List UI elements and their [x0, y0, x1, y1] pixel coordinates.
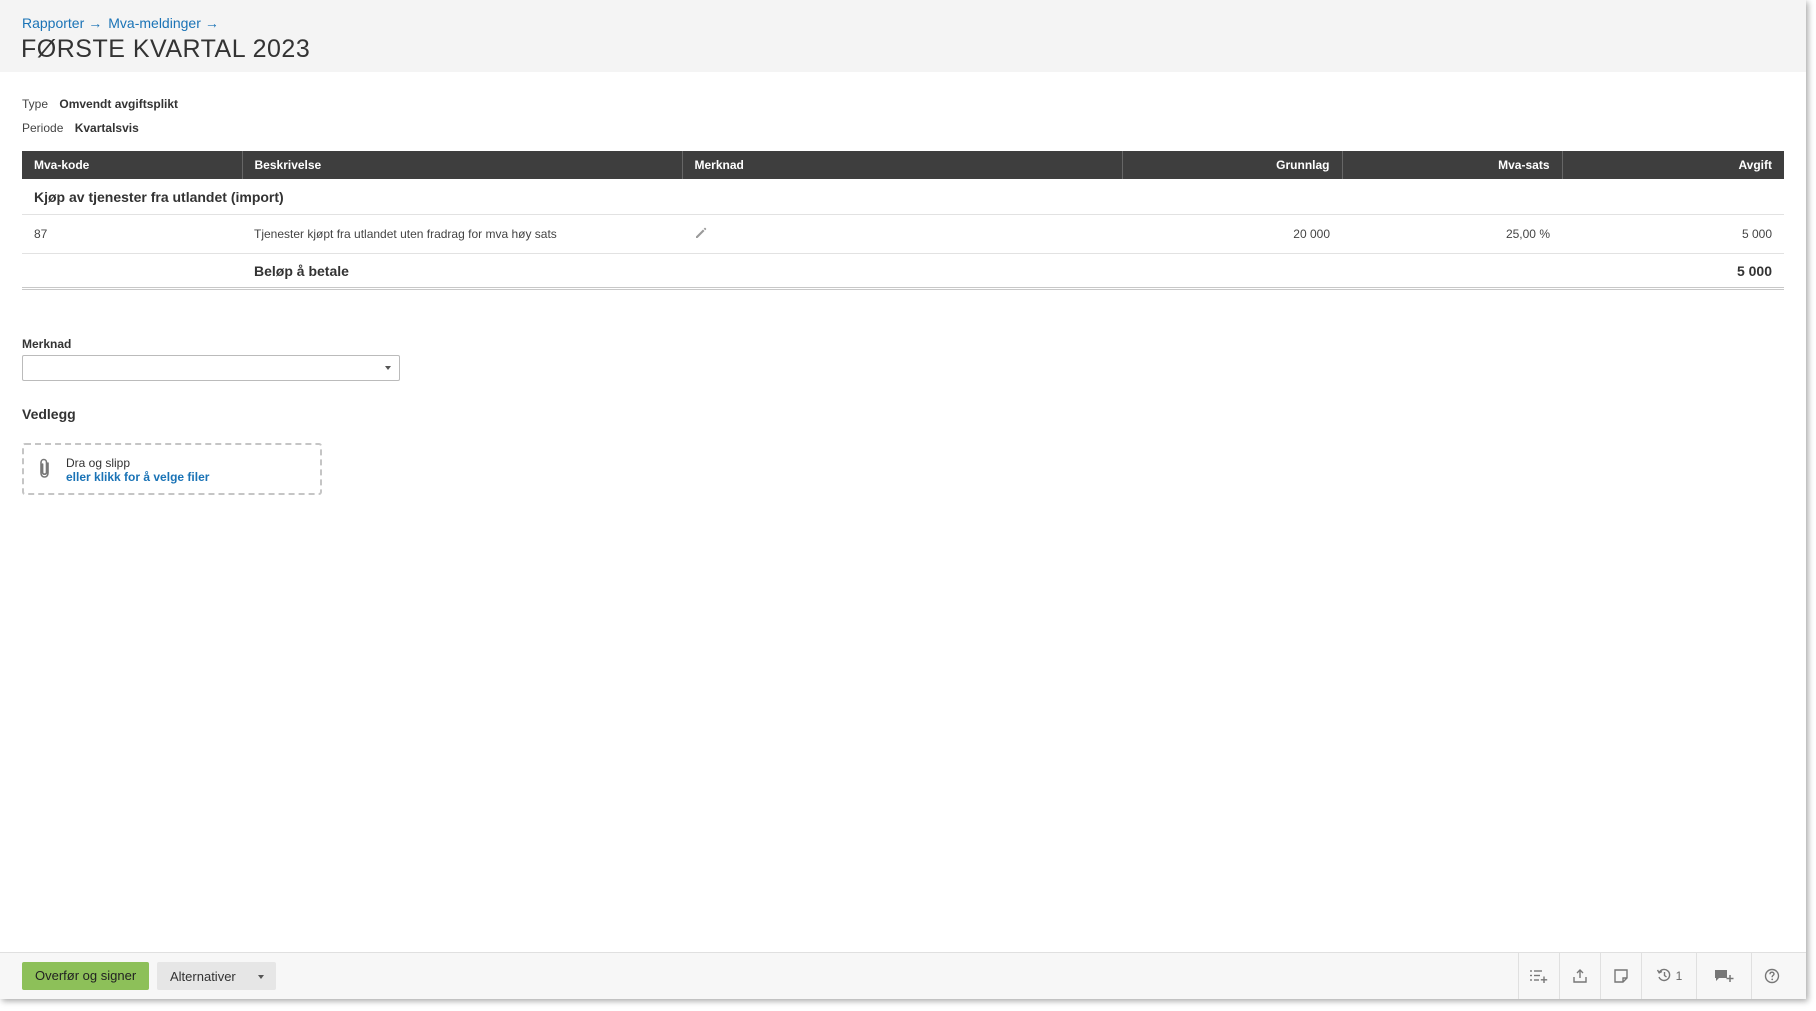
note-icon[interactable]	[1600, 953, 1641, 999]
meta-type-label: Type	[22, 97, 49, 111]
breadcrumb-separator: →	[88, 15, 103, 31]
row-rate: 25,00 %	[1342, 214, 1562, 254]
table-header-row: Mva-kode Beskrivelse Merknad Grunnlag Mv…	[22, 151, 1784, 179]
meta-type: Type Omvendt avgiftsplikt	[22, 97, 178, 111]
paperclip-icon	[38, 458, 52, 485]
add-task-icon[interactable]	[1518, 953, 1559, 999]
page-header: Rapporter → Mva-meldinger → FØRSTE KVARTAL …	[0, 0, 1806, 72]
column-header-rate[interactable]: Mva-sats	[1342, 151, 1563, 179]
total-row: Beløp å betale 5 000	[22, 253, 1784, 290]
row-base-link[interactable]: 20 000	[1122, 214, 1342, 254]
breadcrumb-mva-meldinger[interactable]: Mva-meldinger	[108, 15, 201, 31]
row-note	[682, 214, 1122, 254]
history-count: 1	[1675, 969, 1683, 983]
chevron-down-icon	[258, 975, 264, 979]
column-header-note[interactable]: Merknad	[682, 151, 1123, 179]
chevron-down-icon	[385, 366, 391, 370]
remark-label: Merknad	[22, 337, 72, 351]
history-icon	[1656, 967, 1672, 986]
group-title: Kjøp av tjenester fra utlandet (import)	[22, 179, 1784, 215]
pencil-icon[interactable]	[694, 226, 708, 243]
table-row: 87 Tjenester kjøpt fra utlandet uten fra…	[22, 214, 1784, 254]
history-button[interactable]: 1	[1641, 953, 1696, 999]
footer-toolbar: 1	[1518, 953, 1792, 999]
transfer-and-sign-button[interactable]: Overfør og signer	[22, 962, 150, 990]
file-dropzone[interactable]: Dra og slipp eller klikk for å velge fil…	[22, 443, 322, 495]
row-code: 87	[22, 214, 242, 254]
alternatives-dropdown-button[interactable]: Alternativer	[157, 962, 276, 990]
comment-add-icon[interactable]	[1696, 953, 1751, 999]
meta-period-value: Kvartalsvis	[74, 121, 139, 135]
meta-type-value: Omvendt avgiftsplikt	[59, 97, 179, 111]
remark-select[interactable]	[22, 355, 400, 381]
alternatives-label: Alternativer	[170, 969, 236, 984]
meta-period-label: Periode	[22, 121, 64, 135]
column-header-code[interactable]: Mva-kode	[22, 151, 243, 179]
total-value: 5 000	[1562, 253, 1784, 290]
choose-files-link[interactable]: eller klikk for å velge filer	[66, 470, 209, 484]
row-description: Tjenester kjøpt fra utlandet uten fradra…	[242, 214, 682, 254]
breadcrumb-separator: →	[204, 15, 219, 31]
app-window: Rapporter → Mva-meldinger → FØRSTE KVARTAL …	[0, 0, 1806, 999]
export-icon[interactable]	[1559, 953, 1600, 999]
vat-table: Mva-kode Beskrivelse Merknad Grunnlag Mv…	[22, 151, 1784, 290]
group-row: Kjøp av tjenester fra utlandet (import)	[22, 179, 1784, 215]
column-header-description[interactable]: Beskrivelse	[242, 151, 683, 179]
page-title: FØRSTE KVARTAL 2023	[21, 35, 311, 63]
column-header-base[interactable]: Grunnlag	[1122, 151, 1343, 179]
breadcrumb: Rapporter → Mva-meldinger →	[22, 15, 225, 31]
breadcrumb-rapporter[interactable]: Rapporter	[22, 15, 84, 31]
attachments-title: Vedlegg	[22, 406, 76, 422]
row-fee-link[interactable]: 5 000	[1562, 214, 1784, 254]
drop-text: Dra og slipp	[66, 456, 131, 470]
footer-bar: Overfør og signer Alternativer 1	[0, 952, 1806, 999]
meta-period: Periode Kvartalsvis	[22, 121, 139, 135]
column-header-fee[interactable]: Avgift	[1562, 151, 1784, 179]
total-label: Beløp å betale	[242, 253, 1562, 290]
help-icon[interactable]	[1751, 953, 1792, 999]
